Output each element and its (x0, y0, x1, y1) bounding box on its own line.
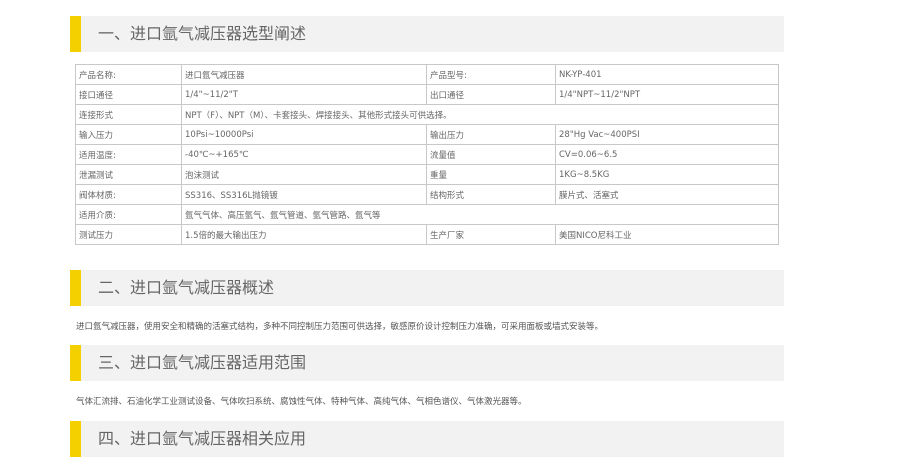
table-cell: 产品名称: (75, 64, 182, 85)
table-cell: 出口通径 (426, 84, 556, 105)
section-title: 三、进口氩气减压器适用范围 (98, 353, 307, 372)
section-header-scope: 三、进口氩气减压器适用范围 (70, 345, 784, 381)
table-cell: 泡沫测试 (181, 164, 427, 185)
table-row: 产品名称: 进口氩气减压器 产品型号: NK-YP-401 (75, 64, 779, 85)
table-cell: 1/4"NPT~11/2"NPT (555, 84, 779, 105)
table-cell: 适用温度: (75, 144, 182, 165)
table-row: 测试压力 1.5倍的最大输出压力 生产厂家 美国NICO尼科工业 (75, 224, 779, 245)
table-cell: 1.5倍的最大输出压力 (181, 224, 427, 245)
table-cell: 阀体材质: (75, 184, 182, 205)
section-accent-bar (70, 421, 81, 457)
table-cell: 重量 (426, 164, 556, 185)
section-accent-bar (70, 270, 81, 306)
table-cell: 测试压力 (75, 224, 182, 245)
table-cell: SS316、SS316L抛镜镀 (181, 184, 427, 205)
table-cell: 输出压力 (426, 124, 556, 145)
table-cell: 进口氩气减压器 (181, 64, 427, 85)
spec-table: 产品名称: 进口氩气减压器 产品型号: NK-YP-401 接口通径 1/4"~… (75, 64, 779, 245)
table-row: 阀体材质: SS316、SS316L抛镜镀 结构形式 膜片式、活塞式 (75, 184, 779, 205)
section-header-selection: 一、进口氩气减压器选型阐述 (70, 16, 784, 52)
table-cell: 28"Hg Vac~400PSI (555, 124, 779, 145)
overview-paragraph: 进口氩气减压器，使用安全和精确的活塞式结构，多种不同控制压力范围可供选择，敏感原… (76, 322, 604, 332)
table-cell: 泄漏测试 (75, 164, 182, 185)
table-row: 接口通径 1/4"~11/2"T 出口通径 1/4"NPT~11/2"NPT (75, 84, 779, 105)
section-title: 一、进口氩气减压器选型阐述 (98, 24, 307, 43)
table-row: 适用介质: 氩气气体、高压氩气、氩气管道、氩气管路、氩气等 (75, 204, 779, 225)
table-cell: 产品型号: (426, 64, 556, 85)
table-row: 连接形式 NPT（F）、NPT（M）、卡套接头、焊接接头、其他形式接头可供选择。 (75, 104, 779, 125)
table-cell: 适用介质: (75, 204, 182, 225)
table-cell: 膜片式、活塞式 (555, 184, 779, 205)
table-cell: 接口通径 (75, 84, 182, 105)
table-row: 输入压力 10Psi~10000Psi 输出压力 28"Hg Vac~400PS… (75, 124, 779, 145)
table-cell: 10Psi~10000Psi (181, 124, 427, 145)
table-cell: 氩气气体、高压氩气、氩气管道、氩气管路、氩气等 (181, 204, 779, 225)
table-cell: 1/4"~11/2"T (181, 84, 427, 105)
section-title: 四、进口氩气减压器相关应用 (98, 429, 307, 448)
table-cell: NK-YP-401 (555, 64, 779, 85)
section-header-applications: 四、进口氩气减压器相关应用 (70, 421, 784, 457)
table-cell: CV=0.06~6.5 (555, 144, 779, 165)
table-cell: 输入压力 (75, 124, 182, 145)
table-row: 泄漏测试 泡沫测试 重量 1KG~8.5KG (75, 164, 779, 185)
section-title: 二、进口氩气减压器概述 (98, 278, 275, 297)
table-cell: 1KG~8.5KG (555, 164, 779, 185)
scope-paragraph: 气体汇流排、石油化学工业测试设备、气体吹扫系统、腐蚀性气体、特种气体、高纯气体、… (76, 397, 527, 407)
table-cell: -40℃~+165℃ (181, 144, 427, 165)
table-cell: NPT（F）、NPT（M）、卡套接头、焊接接头、其他形式接头可供选择。 (181, 104, 779, 125)
table-cell: 美国NICO尼科工业 (555, 224, 779, 245)
section-header-overview: 二、进口氩气减压器概述 (70, 270, 784, 306)
section-accent-bar (70, 16, 81, 52)
table-cell: 连接形式 (75, 104, 182, 125)
table-cell: 流量值 (426, 144, 556, 165)
table-row: 适用温度: -40℃~+165℃ 流量值 CV=0.06~6.5 (75, 144, 779, 165)
table-cell: 生产厂家 (426, 224, 556, 245)
section-accent-bar (70, 345, 81, 381)
table-cell: 结构形式 (426, 184, 556, 205)
